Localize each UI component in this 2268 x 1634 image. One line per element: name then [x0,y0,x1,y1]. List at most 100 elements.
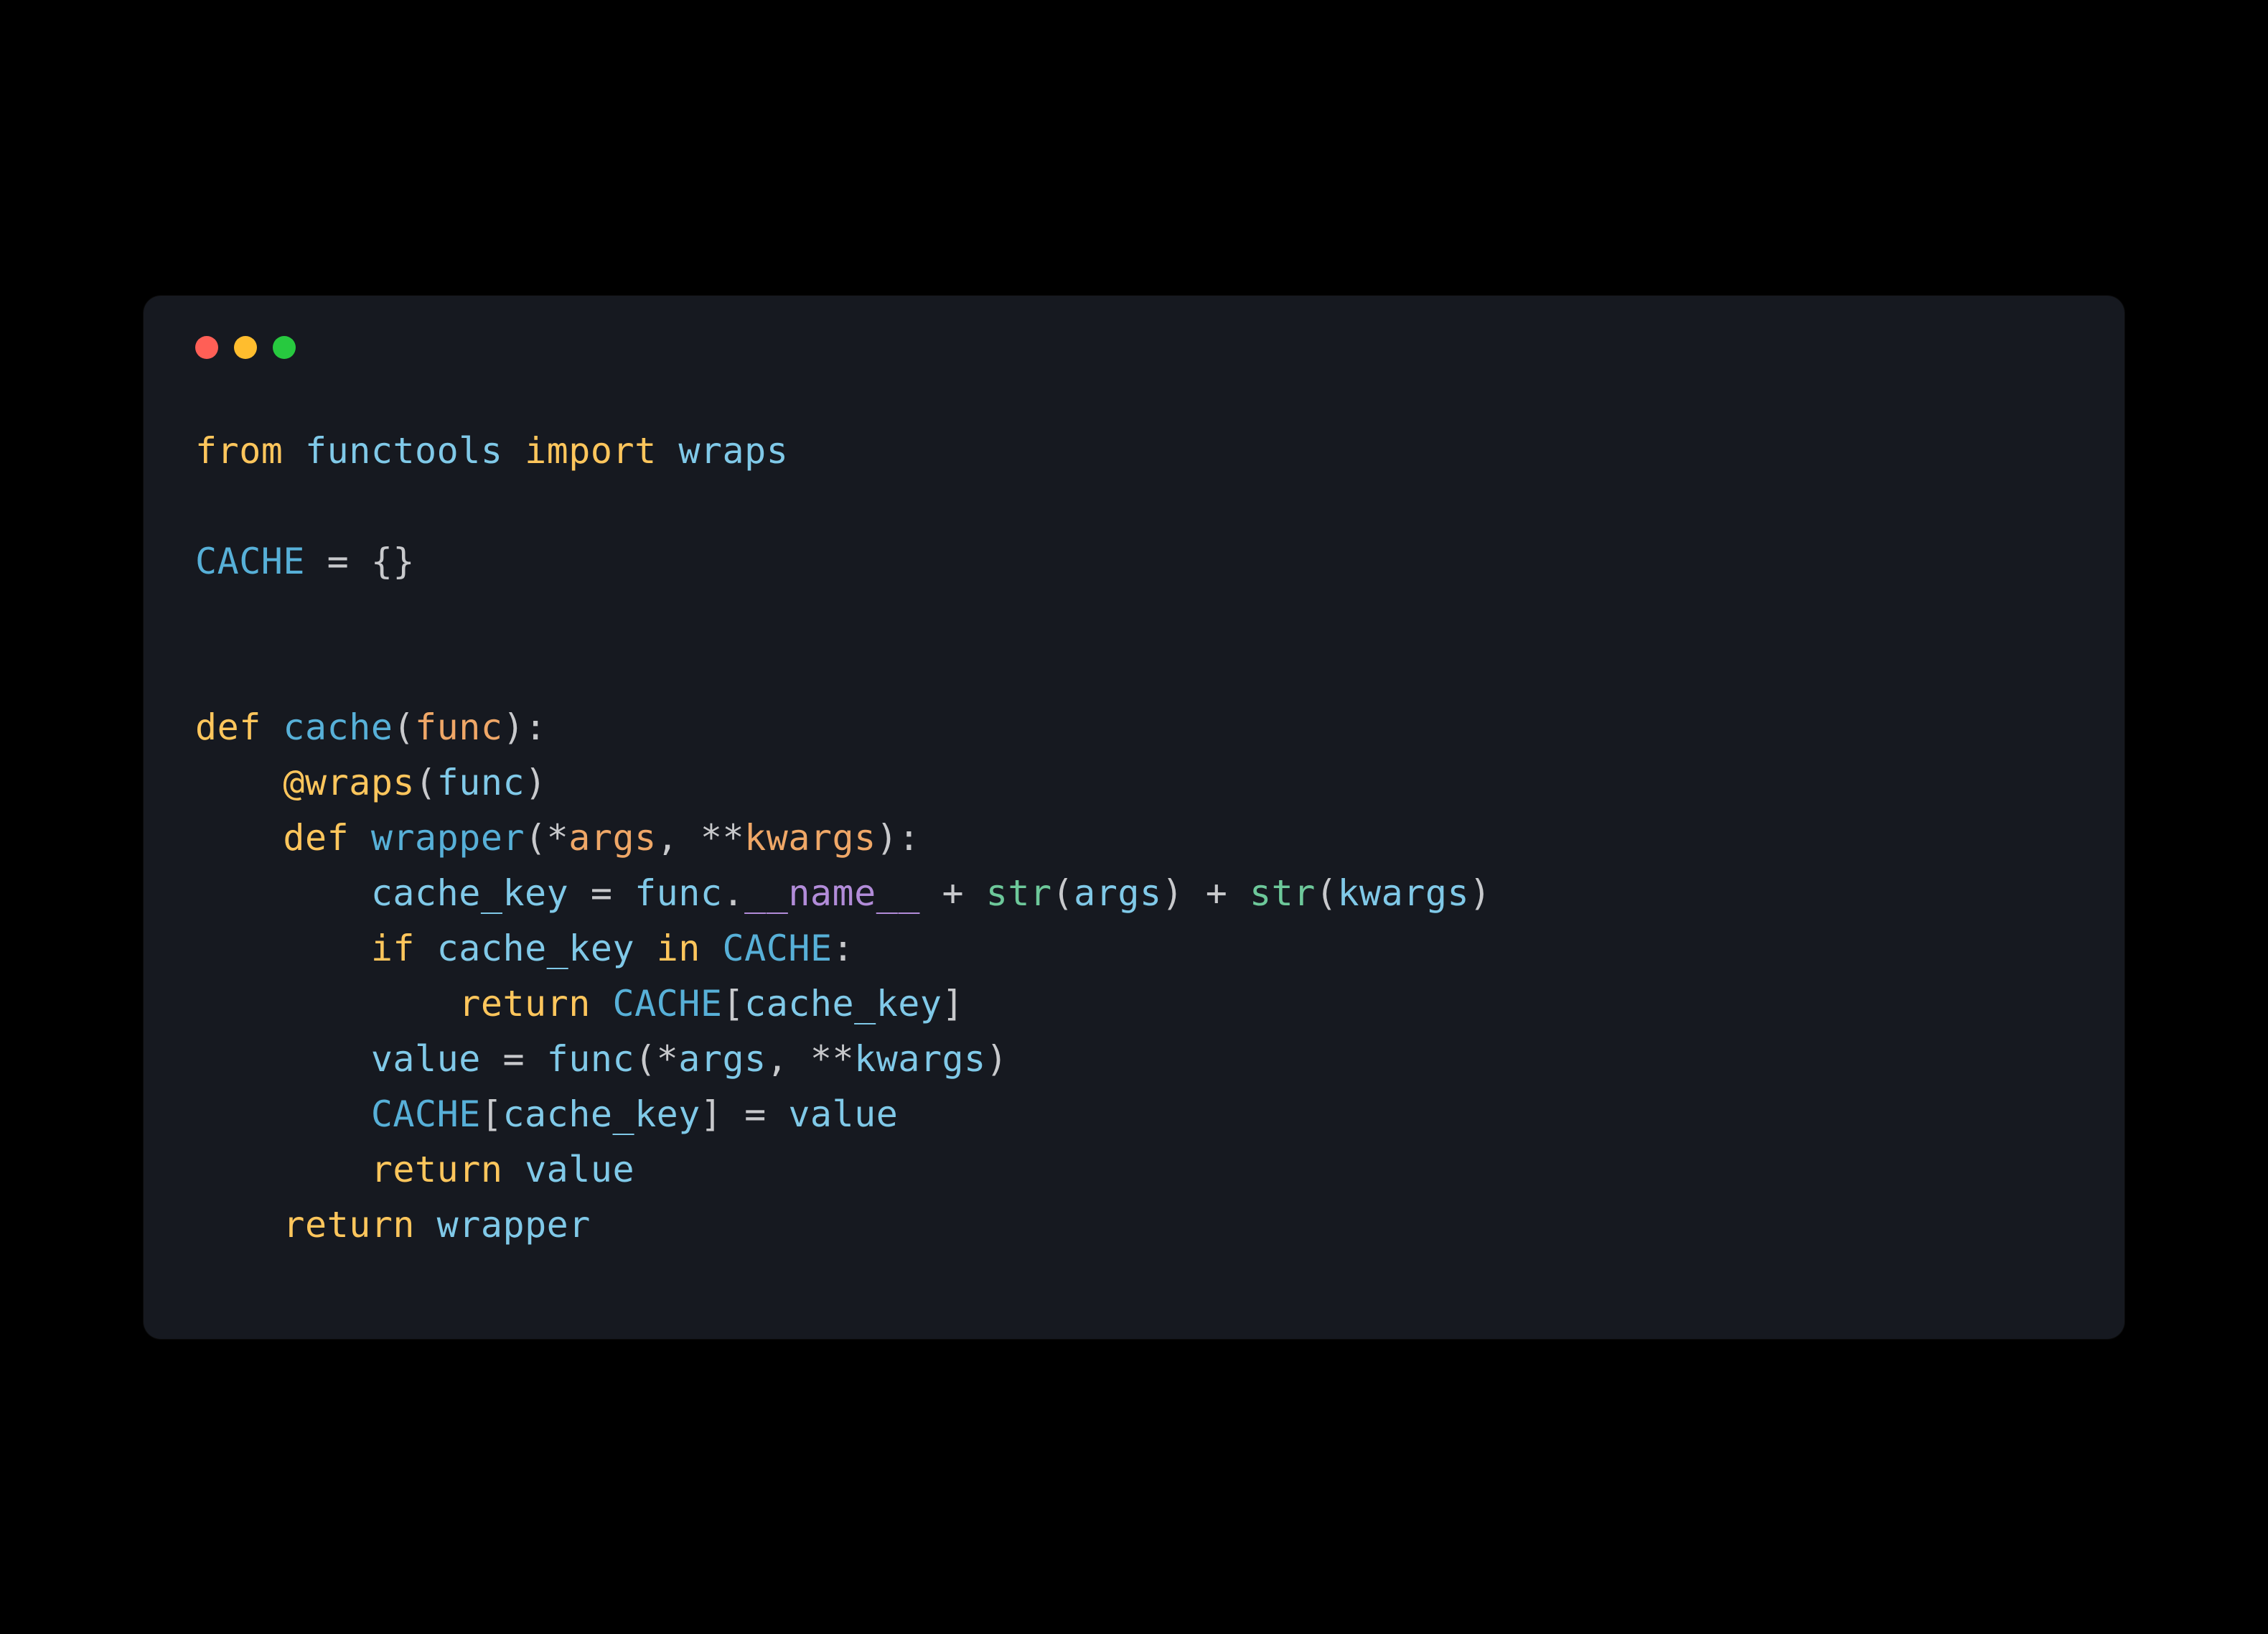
code-token: ): [502,706,546,748]
code-token: ( [393,706,415,748]
code-token: , ** [767,1038,854,1080]
code-token: str [986,872,1052,914]
code-token [195,1093,371,1135]
code-token: cache_key [371,872,568,914]
code-token [502,430,525,472]
code-token: ( [1316,872,1338,914]
code-token: ) + [1162,872,1250,914]
code-token [195,817,283,859]
code-line: CACHE = {} [195,541,415,582]
code-line: if cache_key in CACHE: [195,928,854,969]
code-token: ) [986,1038,1008,1080]
code-line: from functools import wraps [195,430,788,472]
code-token: CACHE [371,1093,481,1135]
code-token: [ [722,983,744,1024]
code-token: wrapper [437,1204,591,1246]
code-token [195,928,371,969]
code-token: CACHE [612,983,722,1024]
code-token: return [371,1149,503,1190]
code-token [195,983,459,1024]
code-token: def [283,817,349,859]
code-token: , ** [657,817,744,859]
code-token [634,928,657,969]
code-token: value [525,1149,634,1190]
code-token: args [568,817,656,859]
code-token: func [437,762,525,803]
code-token: return [283,1204,415,1246]
code-token: ] [942,983,965,1024]
code-token: value [788,1093,898,1135]
code-token: import [525,430,657,472]
code-token [415,928,437,969]
code-token [195,872,371,914]
code-token: (* [525,817,568,859]
code-token: cache_key [744,983,942,1024]
code-token: from [195,430,283,472]
close-icon[interactable] [195,336,218,359]
code-token [415,1204,437,1246]
code-token: return [459,983,591,1024]
code-token: func [547,1038,634,1080]
code-token: cache [283,706,393,748]
minimize-icon[interactable] [234,336,257,359]
code-token [195,1149,371,1190]
code-token [591,983,613,1024]
code-token: = {} [305,541,415,582]
code-token: . [723,872,745,914]
code-token: wraps [678,430,788,472]
code-token: if [371,928,415,969]
window-traffic-lights [195,336,2073,359]
code-token: kwargs [744,817,876,859]
code-token: = [481,1038,547,1080]
code-token: + [920,872,986,914]
code-token: cache_key [502,1093,700,1135]
code-token: args [678,1038,766,1080]
code-line: return CACHE[cache_key] [195,983,964,1024]
code-token: [ [481,1093,503,1135]
code-token: args [1074,872,1161,914]
code-token [195,762,283,803]
code-editor-content: from functools import wraps CACHE = {} d… [195,424,2073,1253]
code-line: value = func(*args, **kwargs) [195,1038,1008,1080]
code-token: cache_key [437,928,634,969]
code-token [195,1204,283,1246]
code-line: cache_key = func.__name__ + str(args) + … [195,872,1491,914]
code-token [283,430,305,472]
code-token: kwargs [1337,872,1469,914]
code-token: __name__ [744,872,920,914]
code-token [657,430,679,472]
code-token: def [195,706,261,748]
code-token: @wraps [283,762,415,803]
code-token: = [568,872,634,914]
code-token [502,1149,525,1190]
code-token: ) [525,762,547,803]
code-token: ): [876,817,920,859]
code-token: str [1250,872,1316,914]
code-token: in [657,928,700,969]
code-token: wrapper [371,817,525,859]
code-token: ) [1469,872,1491,914]
code-line: def wrapper(*args, **kwargs): [195,817,920,859]
code-line: return value [195,1149,634,1190]
code-line: CACHE[cache_key] = value [195,1093,898,1135]
code-token: ( [1052,872,1074,914]
code-token: ] = [700,1093,788,1135]
code-window: from functools import wraps CACHE = {} d… [144,296,2124,1339]
code-token: func [415,706,502,748]
code-token: kwargs [854,1038,986,1080]
maximize-icon[interactable] [273,336,296,359]
code-token [700,928,723,969]
code-line: return wrapper [195,1204,591,1246]
code-token: CACHE [195,541,305,582]
code-token: functools [305,430,502,472]
code-line: def cache(func): [195,706,547,748]
code-line: @wraps(func) [195,762,547,803]
code-token: CACHE [723,928,833,969]
code-token: : [833,928,855,969]
code-token: (* [634,1038,678,1080]
code-token: ( [415,762,437,803]
code-token [195,1038,371,1080]
code-token [349,817,371,859]
code-token: func [634,872,722,914]
code-token [261,706,284,748]
